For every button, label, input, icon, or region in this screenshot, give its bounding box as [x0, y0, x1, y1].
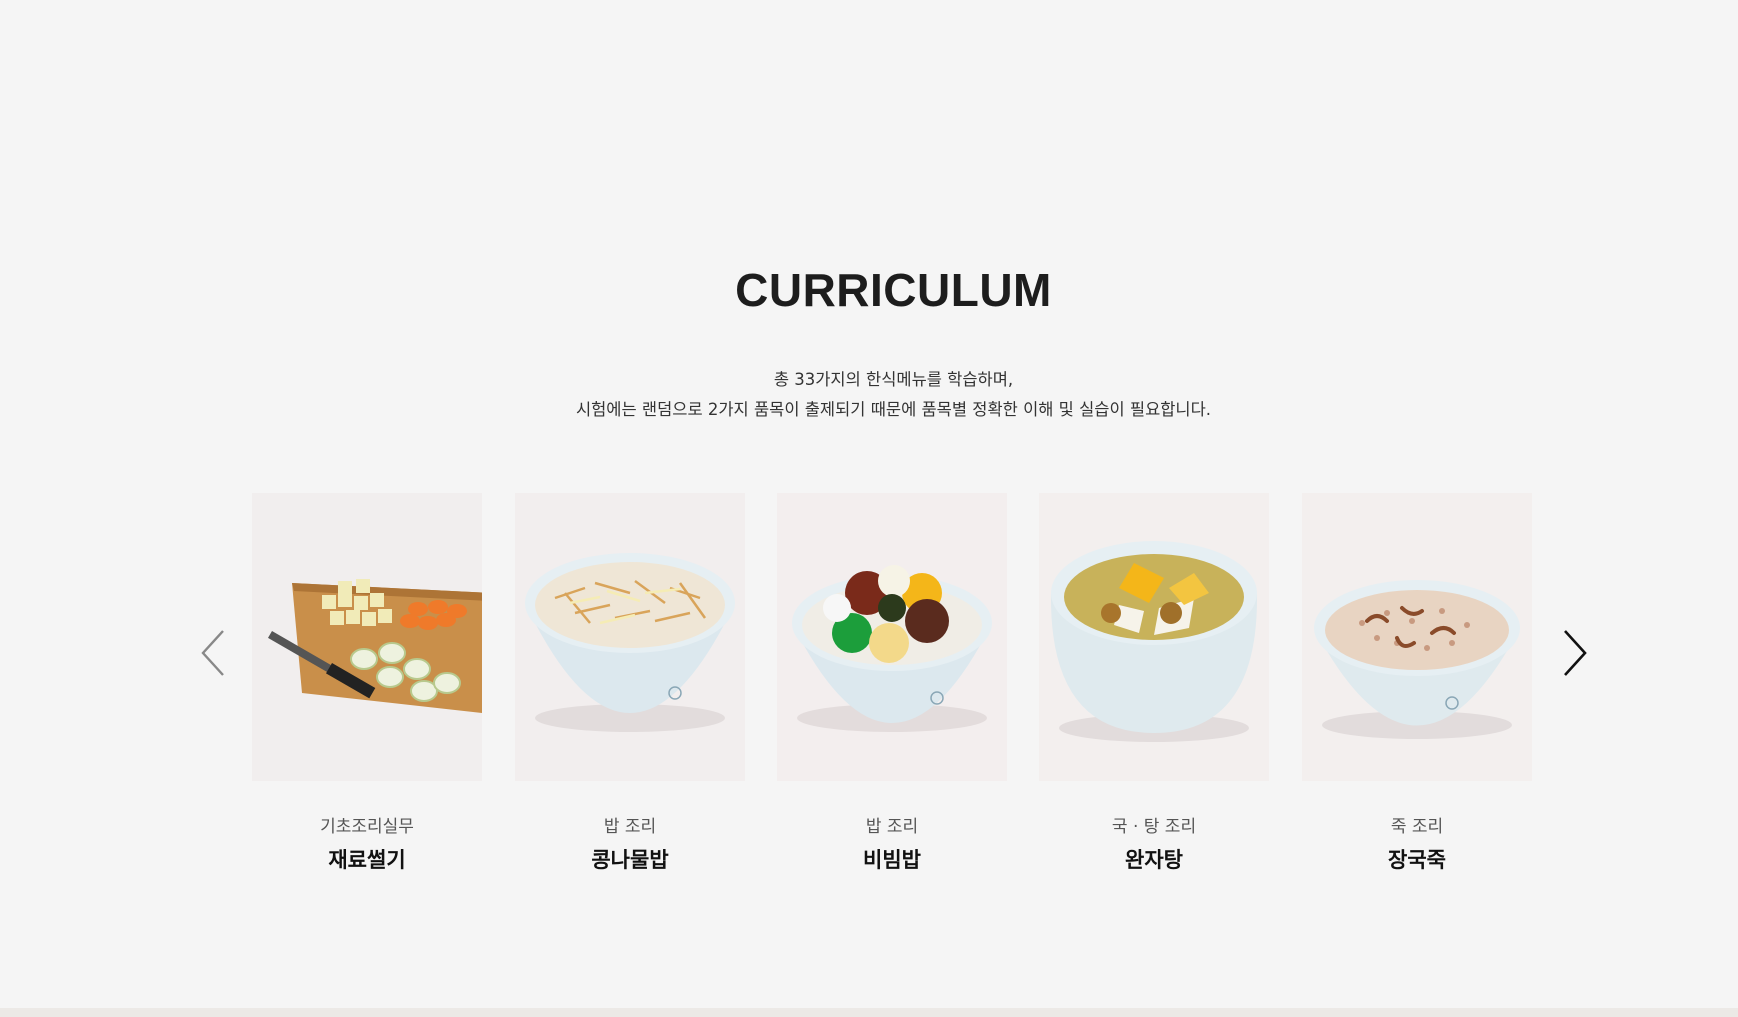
card-title: 비빔밥 — [863, 848, 921, 872]
bibimbap-image — [777, 493, 1007, 781]
card-category: 밥 조리 — [603, 817, 657, 837]
card-category: 죽 조리 — [1390, 817, 1444, 837]
cutting-board-vegetables-image — [252, 493, 482, 781]
description-line-2: 시험에는 랜덤으로 2가지 품목이 출제되기 때문에 품목별 정확한 이해 및 … — [575, 400, 1212, 419]
section-description: 총 33가지의 한식메뉴를 학습하며, 시험에는 랜덤으로 2가지 품목이 출제… — [0, 365, 1738, 425]
curriculum-section: CURRICULUM 총 33가지의 한식메뉴를 학습하며, 시험에는 랜덤으로… — [0, 0, 1738, 1008]
card-title: 재료썰기 — [328, 848, 406, 872]
card-image — [1039, 493, 1269, 781]
curriculum-card[interactable]: 기초조리실무 재료썰기 — [252, 493, 482, 875]
bean-sprout-rice-image — [515, 493, 745, 781]
porridge-image — [1302, 493, 1532, 781]
curriculum-card[interactable]: 밥 조리 콩나물밥 — [515, 493, 745, 875]
section-title: CURRICULUM — [735, 264, 1052, 316]
card-category: 국 · 탕 조리 — [1111, 817, 1197, 837]
footer-divider — [0, 1008, 1738, 1017]
description-line-1: 총 33가지의 한식메뉴를 학습하며, — [773, 370, 1014, 389]
card-title: 장국죽 — [1388, 848, 1446, 872]
curriculum-carousel: 기초조리실무 재료썰기 밥 조리 콩나물밥 밥 조리 비빔밥 국 · 탕 조리 … — [0, 493, 1738, 893]
card-image — [1302, 493, 1532, 781]
card-category: 밥 조리 — [865, 817, 919, 837]
card-title: 완자탕 — [1125, 848, 1183, 872]
card-image — [252, 493, 482, 781]
meatball-soup-image — [1039, 493, 1269, 781]
card-image — [515, 493, 745, 781]
curriculum-card[interactable]: 죽 조리 장국죽 — [1302, 493, 1532, 875]
carousel-prev-button[interactable] — [187, 611, 243, 691]
card-category: 기초조리실무 — [320, 817, 414, 837]
card-image — [777, 493, 1007, 781]
chevron-left-icon — [201, 630, 224, 676]
carousel-next-button[interactable] — [1545, 611, 1601, 691]
curriculum-card[interactable]: 밥 조리 비빔밥 — [777, 493, 1007, 875]
chevron-right-icon — [1564, 630, 1587, 676]
curriculum-card[interactable]: 국 · 탕 조리 완자탕 — [1039, 493, 1269, 875]
card-title: 콩나물밥 — [591, 848, 669, 872]
